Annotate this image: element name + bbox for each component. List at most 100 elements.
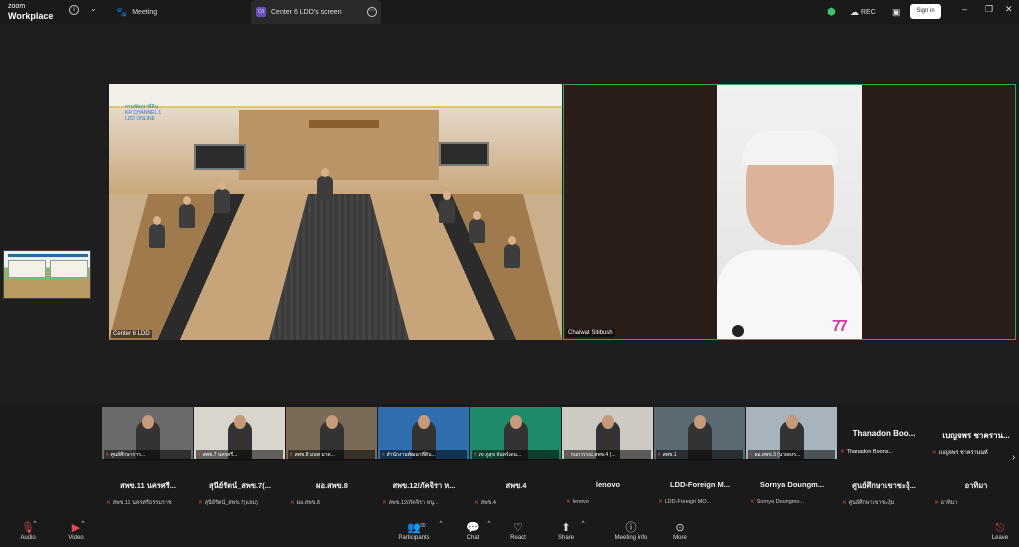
zoom-logo: zoom Workplace [8, 3, 53, 21]
gallery-tile[interactable]: ✕ สพข.1 LDD-Foreign M... ✕ LDD-Foreign MO… [654, 407, 746, 513]
tab-shared-screen[interactable]: C6 Center 6 LDD's screen ⋯ [251, 0, 381, 24]
maximize-icon[interactable]: ❐ [985, 4, 993, 15]
participant-subname-text: ศูนย์ศึกษาเขาชะงุ้ม [848, 500, 895, 506]
mic-muted-icon: ✕ [842, 500, 847, 506]
video-caption-text: ผอ.สพข.3 (นายยงร... [754, 452, 801, 458]
speaker-hair [742, 131, 838, 165]
audio-button[interactable]: 🎙 Audio [8, 521, 48, 541]
gallery-tile[interactable]: ✕ ศูนย์ศึกษาการ... สพข.11 นครศรี... ✕ สพข… [102, 407, 194, 513]
shared-screen-thumbnail[interactable] [3, 250, 91, 299]
mic-muted-icon: ✕ [932, 450, 937, 456]
participant-subname-text: สพข.11 นครศรีธรรมราช [112, 500, 172, 506]
thumb-title-bar [8, 254, 88, 257]
video-tile-speaker[interactable]: 77 Chaiwat Sitibush [563, 84, 1016, 340]
participant-subname-text: ผอ.สพข.8 [296, 500, 320, 506]
react-button[interactable]: ♡ React [498, 521, 538, 541]
panel-icon[interactable]: ▣ [892, 0, 901, 24]
video-caption: ✕ สพข.8 มนพ มาด... [288, 450, 375, 460]
participant-display-name: Thanadon Boo... [852, 429, 916, 438]
rec-indicator[interactable]: ☁ REC [850, 0, 876, 24]
chevron-up-icon[interactable]: ^ [78, 521, 88, 527]
more-icon[interactable]: ⋯ [367, 7, 377, 17]
leave-button[interactable]: ⎋ Leave [980, 521, 1019, 541]
participant-name: lenovo [595, 480, 621, 489]
participant-name: สพข.4 [505, 481, 527, 490]
video-caption-text: สพข.7 นครศรี... [202, 452, 238, 458]
title-bar: zoom Workplace i ⌄ 🐾 Meeting C6 Center 6… [0, 0, 1019, 24]
info-icon: ⓘ [625, 522, 637, 534]
paw-icon: 🐾 [116, 6, 128, 17]
mic-muted-icon: ✕ [749, 452, 754, 458]
tab-meeting[interactable]: 🐾 Meeting [116, 0, 246, 24]
participant-display-name: เบญจพร ชาคราน... [942, 431, 1010, 440]
chevron-up-icon[interactable]: ^ [484, 521, 494, 527]
mic-muted-icon: ✕ [657, 452, 662, 458]
participant-figure [179, 196, 195, 228]
participant-name-label: Center 6 LDD [111, 330, 152, 338]
participants-icon: 👥 [407, 522, 421, 534]
video-caption: ✕ Thanadon Boons... [840, 449, 928, 455]
video-caption-text: เบญจพร ชาครานนท์ [938, 450, 988, 456]
gallery-tile[interactable]: ✕ ผอ.สพข.3 (นายยงร... Sornya Doungm... ✕… [746, 407, 838, 513]
minimize-icon[interactable]: – [962, 4, 967, 14]
video-caption: ✕ สำนักงานพัฒนาที่ดิน... [380, 450, 467, 460]
gallery-tile[interactable]: ✕ สพข.7 นครศรี... สุนีย์รัตน์_สพข.7(... … [194, 407, 286, 513]
participant-subname-text: สพข.4 [480, 500, 496, 506]
participant-subname: ✕ lenovo [566, 499, 652, 505]
gallery-tile[interactable]: Thanadon Boo... ✕ Thanadon Boons... ศูนย์… [838, 407, 930, 513]
mic-muted-icon: ✕ [289, 452, 294, 458]
chevron-down-icon[interactable]: ⌄ [90, 4, 97, 13]
participant-figure [469, 211, 485, 243]
audio-label: Audio [20, 535, 36, 541]
video-caption-text: สพข.1 [662, 452, 677, 458]
chevron-up-icon[interactable]: ^ [30, 521, 40, 527]
mic-muted-icon: ✕ [105, 452, 110, 458]
mic-muted-icon: ✕ [474, 500, 479, 506]
wall-monitor [439, 142, 489, 166]
chevron-up-icon[interactable]: ^ [578, 521, 588, 527]
gallery-tile[interactable]: ✕ สพข.8 มนพ มาด... ผอ.สพข.8 ✕ ผอ.สพข.8 [286, 407, 378, 513]
participant-subname-text: สพข.12/ภัคจิรา หนู... [388, 500, 439, 506]
meeting-info-button[interactable]: ⓘ Meeting info [611, 521, 651, 541]
video-caption-text: Thanadon Boons... [846, 449, 894, 455]
mic-muted-icon: ✕ [565, 452, 570, 458]
react-label: React [510, 535, 526, 541]
gallery-tile[interactable]: เบญจพร ชาคราน... ✕ เบญจพร ชาครานนท์ อาทิม… [930, 407, 1019, 513]
chevron-up-icon[interactable]: ^ [436, 521, 446, 527]
video-tile-center6[interactable]: กรมพัฒนาที่ดิน KR CHANNEL 1 LDD ONLINE C… [109, 84, 562, 340]
participant-subname-text: อาทิมา [940, 500, 958, 506]
participant-subname: ✕ ศูนย์ศึกษาเขาชะงุ้ม [842, 499, 928, 507]
chevron-right-icon[interactable]: › [1012, 452, 1015, 463]
close-icon[interactable]: ✕ [1005, 4, 1013, 15]
meeting-toolbar: 🎙 Audio ^ ▶ Video ^ 👥 30 Participants ^ … [0, 519, 1019, 547]
more-icon: ⊙ [675, 522, 685, 534]
tab-screen-label: Center 6 LDD's screen [271, 8, 342, 16]
gallery-tile[interactable]: ✕ เข ภูสุข จันทร์เดน... สพข.4 ✕ สพข.4 [470, 407, 562, 513]
mic-muted-icon: ✕ [106, 500, 111, 506]
leave-label: Leave [991, 535, 1009, 541]
shield-icon[interactable]: ⬢ [827, 0, 836, 24]
participant-name: สุนีย์รัตน์_สพข.7(... [209, 481, 271, 490]
participant-subname: ✕ สพข.12/ภัคจิรา หนู... [382, 499, 468, 507]
participant-name: LDD-Foreign M... [670, 480, 730, 489]
meeting-info-label: Meeting info [614, 535, 648, 541]
video-caption-text: ศูนย์ศึกษาการ... [110, 452, 146, 458]
participants-button[interactable]: 👥 30 Participants [394, 521, 434, 541]
participant-subname-text: LDD-Foreign MO... [664, 499, 712, 505]
participant-subname: ✕ อาทิมา [934, 499, 1019, 507]
participant-name: อาทิมา [964, 481, 988, 490]
participant-subname: ✕ สพข.11 นครศรีธรรมราช [106, 499, 192, 507]
shirt-logo: 77 [832, 318, 848, 335]
gallery-tile[interactable]: ✕ กนกวรรณ สพข.4 (... lenovo ✕ lenovo [562, 407, 654, 513]
gallery-strip: ✕ ศูนย์ศึกษาการ... สพข.11 นครศรี... ✕ สพข… [102, 407, 1019, 513]
gallery-tile[interactable]: ✕ สำนักงานพัฒนาที่ดิน... สพข.12/ภัคจิรา … [378, 407, 470, 513]
video-caption-text: เข ภูสุข จันทร์เดน... [478, 452, 522, 458]
video-button[interactable]: ▶ Video [56, 521, 96, 541]
microphone [732, 325, 744, 337]
wall-monitor [194, 144, 246, 170]
sign-in-button[interactable]: Sign in [910, 4, 941, 19]
info-icon[interactable]: i [69, 5, 79, 15]
more-button[interactable]: ⊙ More [660, 521, 700, 541]
video-caption-text: สำนักงานพัฒนาที่ดิน... [386, 452, 436, 458]
mic-muted-icon: ✕ [382, 500, 387, 506]
